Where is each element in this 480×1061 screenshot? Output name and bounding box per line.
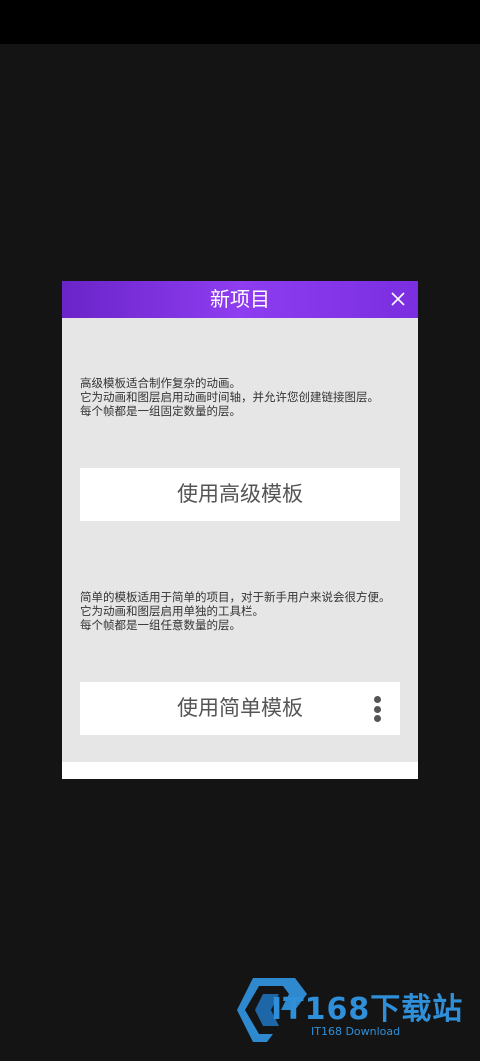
dialog-title: 新项目 xyxy=(210,287,270,311)
simple-template-label: 使用简单模板 xyxy=(177,696,303,720)
watermark-main-text: IT168下载站 xyxy=(271,992,464,1027)
simple-description-line: 简单的模板适用于简单的项目，对于新手用户来说会很方便。 xyxy=(80,590,391,604)
dialog-header: 新项目 xyxy=(62,281,418,318)
status-bar xyxy=(0,0,480,44)
dialog-bottom-strip xyxy=(62,762,418,779)
simple-description-line: 每个帧都是一组任意数量的层。 xyxy=(80,618,241,632)
advanced-template-label: 使用高级模板 xyxy=(177,482,303,506)
close-button[interactable] xyxy=(386,287,410,311)
close-icon xyxy=(391,292,405,306)
new-project-dialog: 新项目 高级模板适合制作复杂的动画。 它为动画和图层启用动画时间轴，并允许您创建… xyxy=(62,281,418,779)
advanced-template-description: 高级模板适合制作复杂的动画。 它为动画和图层启用动画时间轴，并允许您创建链接图层… xyxy=(80,376,410,418)
simple-template-description: 简单的模板适用于简单的项目，对于新手用户来说会很方便。 它为动画和图层启用单独的… xyxy=(80,590,410,632)
use-simple-template-button[interactable]: 使用简单模板 xyxy=(80,682,400,735)
advanced-description-line: 它为动画和图层启用动画时间轴，并允许您创建链接图层。 xyxy=(80,390,379,404)
simple-description-line: 它为动画和图层启用单独的工具栏。 xyxy=(80,604,264,618)
watermark-sub-text: IT168 Download xyxy=(311,1025,401,1038)
advanced-description-line: 每个帧都是一组固定数量的层。 xyxy=(80,404,241,418)
watermark: IT168下载站 IT168 Download xyxy=(233,970,473,1050)
more-vertical-icon[interactable] xyxy=(374,696,382,722)
advanced-description-line: 高级模板适合制作复杂的动画。 xyxy=(80,376,241,390)
use-advanced-template-button[interactable]: 使用高级模板 xyxy=(80,468,400,521)
